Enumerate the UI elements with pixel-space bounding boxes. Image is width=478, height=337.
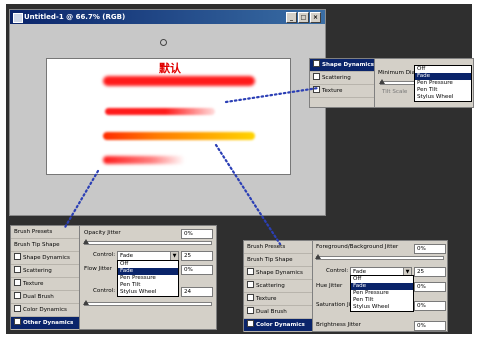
connector-top [224,86,320,104]
connector-right [214,143,282,246]
connector-lines [62,86,320,246]
connector-left [62,169,100,231]
